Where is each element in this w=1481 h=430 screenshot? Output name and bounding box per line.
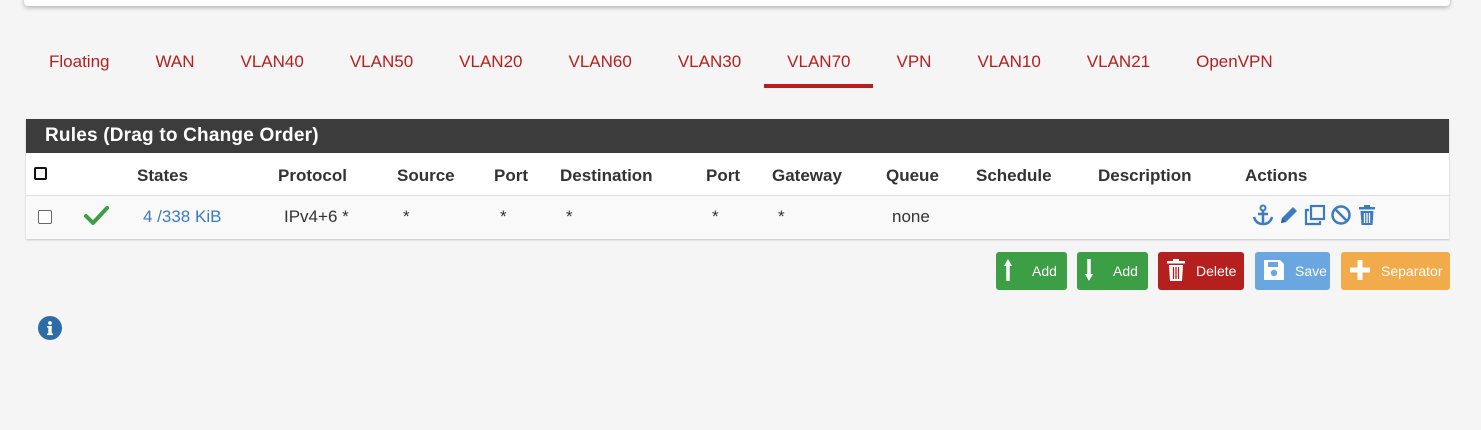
separator-button[interactable]: Separator bbox=[1341, 252, 1450, 290]
tab-vlan10[interactable]: VLAN10 bbox=[954, 40, 1063, 84]
save-label: Save bbox=[1295, 263, 1327, 279]
tab-vlan60[interactable]: VLAN60 bbox=[546, 40, 655, 84]
ban-icon[interactable] bbox=[1329, 203, 1353, 227]
add-top-button[interactable]: Add bbox=[996, 252, 1067, 290]
states-link[interactable]: 4 /338 KiB bbox=[143, 207, 221, 227]
col-protocol: Protocol bbox=[278, 166, 347, 185]
interface-tabs: Floating WAN VLAN40 VLAN50 VLAN20 VLAN60… bbox=[26, 40, 1296, 92]
separator-label: Separator bbox=[1381, 263, 1443, 279]
plus-icon bbox=[1349, 259, 1371, 284]
queue-cell: none bbox=[892, 207, 930, 226]
copy-icon[interactable] bbox=[1303, 203, 1327, 227]
col-destination: Destination bbox=[560, 166, 653, 185]
trash-icon[interactable] bbox=[1355, 203, 1379, 227]
floppy-icon bbox=[1263, 259, 1285, 284]
col-gateway: Gateway bbox=[772, 166, 842, 185]
tab-vpn[interactable]: VPN bbox=[873, 40, 954, 84]
gateway-cell: * bbox=[778, 207, 785, 226]
tab-vlan21[interactable]: VLAN21 bbox=[1064, 40, 1173, 84]
add-bottom-button[interactable]: Add bbox=[1077, 252, 1148, 290]
dest-port-cell: * bbox=[712, 207, 719, 226]
top-panel-edge bbox=[24, 0, 1450, 6]
save-button[interactable]: Save bbox=[1255, 252, 1330, 290]
col-queue: Queue bbox=[886, 166, 939, 185]
port-cell: * bbox=[500, 207, 507, 226]
pencil-icon[interactable] bbox=[1277, 203, 1301, 227]
anchor-icon[interactable] bbox=[1251, 203, 1275, 227]
col-schedule: Schedule bbox=[976, 166, 1052, 185]
info-icon[interactable] bbox=[38, 316, 62, 340]
col-states: States bbox=[137, 166, 189, 185]
arrow-down-icon bbox=[1085, 257, 1103, 286]
protocol-cell: IPv4+6 * bbox=[284, 207, 349, 226]
destination-cell: * bbox=[566, 207, 573, 226]
row-checkbox[interactable] bbox=[38, 210, 52, 224]
col-port-dest: Port bbox=[706, 166, 740, 185]
add-bottom-label: Add bbox=[1113, 263, 1138, 279]
tab-vlan50[interactable]: VLAN50 bbox=[327, 40, 436, 84]
arrow-up-icon bbox=[1004, 257, 1022, 286]
tab-vlan30[interactable]: VLAN30 bbox=[655, 40, 764, 84]
tab-vlan20[interactable]: VLAN20 bbox=[436, 40, 545, 84]
col-port: Port bbox=[494, 166, 528, 185]
add-top-label: Add bbox=[1032, 263, 1057, 279]
trash-icon bbox=[1166, 258, 1186, 284]
table-row[interactable]: 4 /338 KiB IPv4+6 * * * * * * none bbox=[26, 196, 1449, 239]
col-actions: Actions bbox=[1245, 166, 1308, 185]
row-actions bbox=[1251, 203, 1379, 227]
tab-vlan70[interactable]: VLAN70 bbox=[764, 40, 874, 88]
col-description: Description bbox=[1098, 166, 1192, 185]
select-all-checkbox[interactable] bbox=[34, 167, 47, 180]
check-icon bbox=[84, 204, 109, 231]
delete-button[interactable]: Delete bbox=[1158, 252, 1244, 290]
delete-label: Delete bbox=[1196, 263, 1237, 279]
panel-title: Rules (Drag to Change Order) bbox=[26, 119, 1449, 153]
tab-floating[interactable]: Floating bbox=[26, 40, 132, 84]
col-source: Source bbox=[397, 166, 455, 185]
rules-panel: Rules (Drag to Change Order) States Prot… bbox=[26, 119, 1449, 239]
tab-openvpn[interactable]: OpenVPN bbox=[1173, 40, 1296, 84]
source-cell: * bbox=[403, 207, 410, 226]
tab-vlan40[interactable]: VLAN40 bbox=[218, 40, 327, 84]
tab-wan[interactable]: WAN bbox=[132, 40, 217, 84]
